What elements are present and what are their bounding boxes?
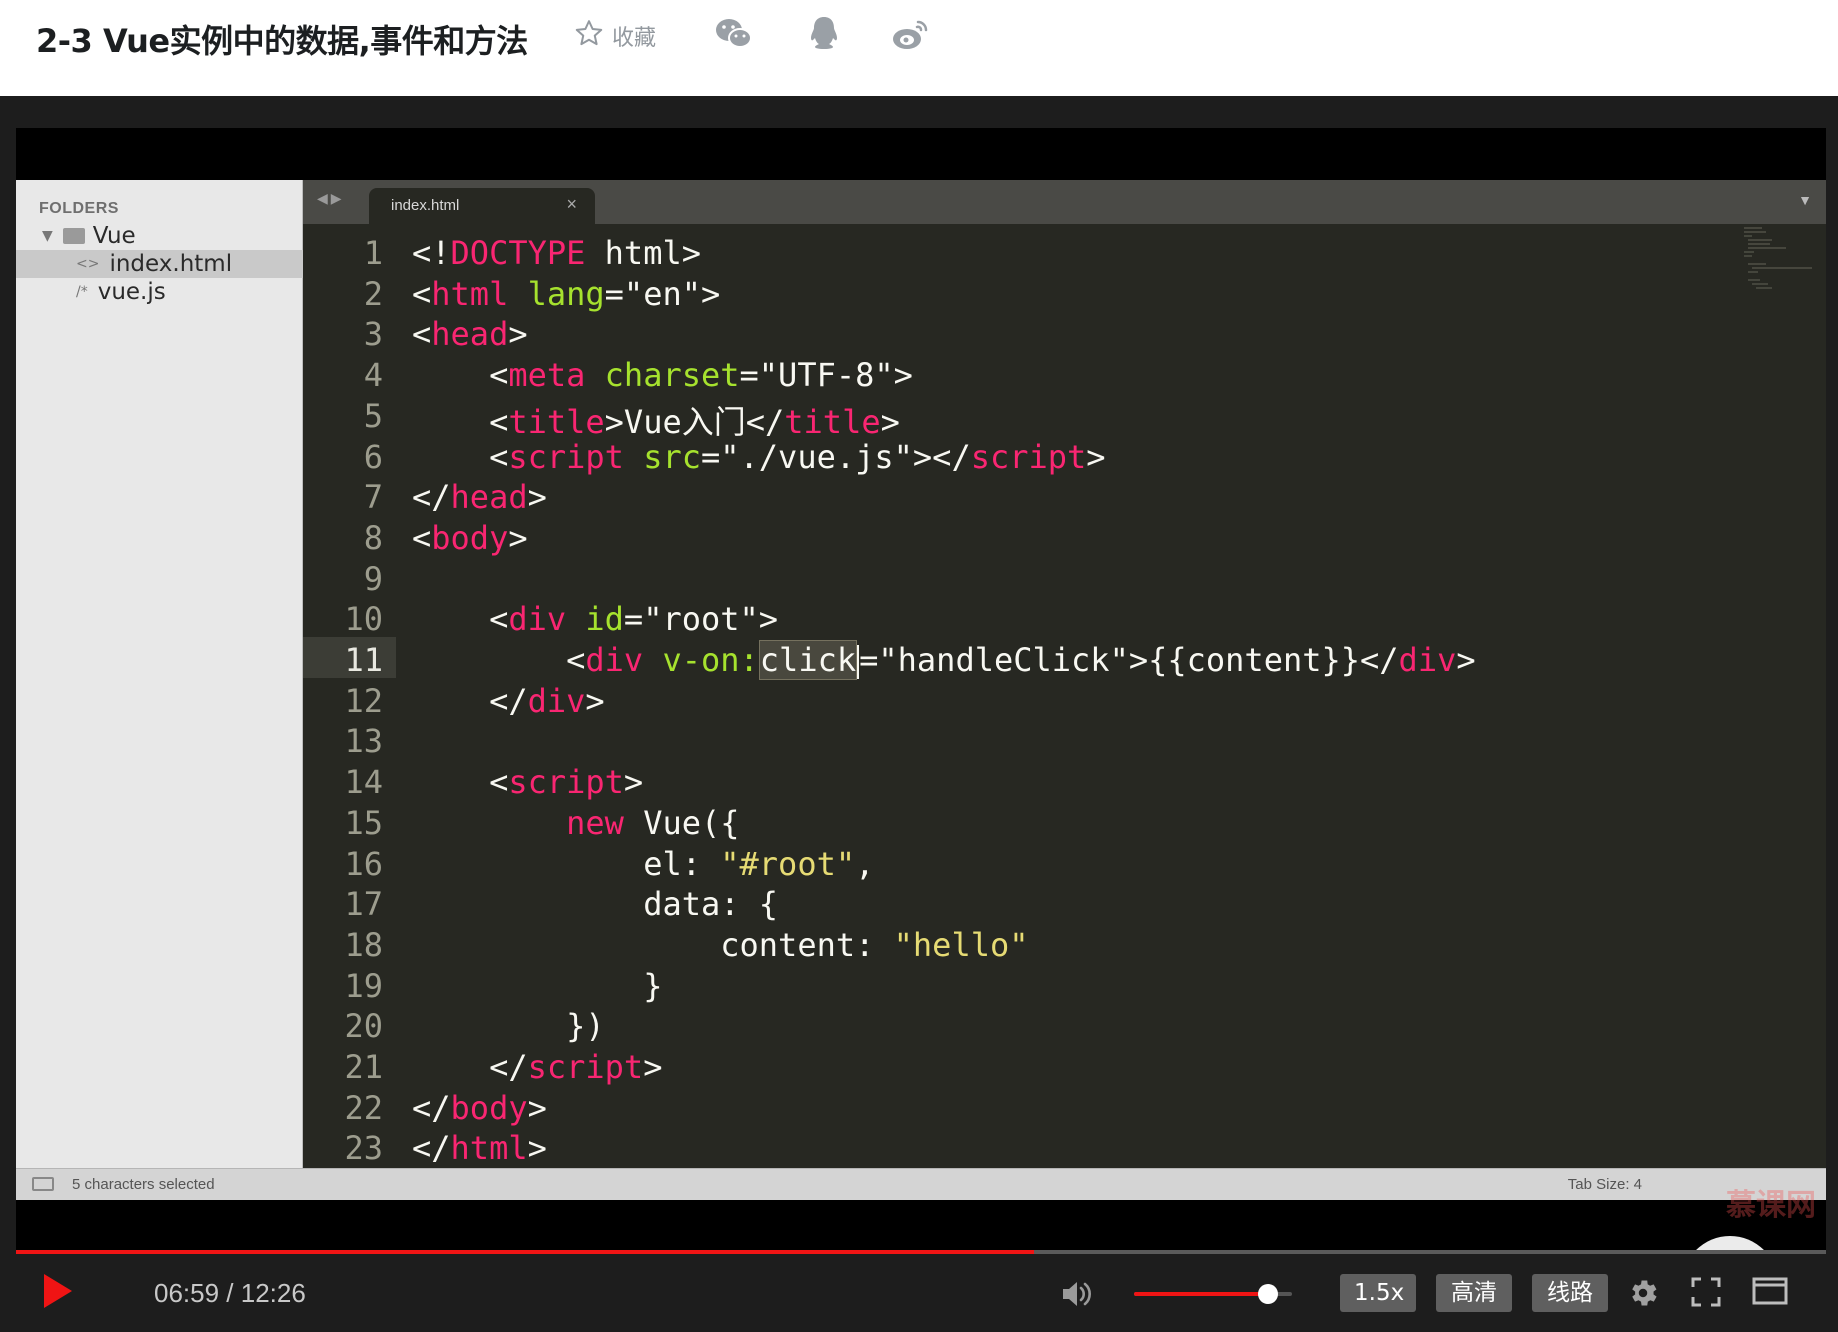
code-line: </html> bbox=[412, 1129, 547, 1168]
weibo-share-button[interactable] bbox=[890, 16, 930, 56]
folder-expand-icon: ▼ bbox=[42, 228, 53, 244]
line-number: 22 bbox=[344, 1088, 383, 1127]
js-file-icon: /* bbox=[76, 284, 88, 300]
volume-slider[interactable] bbox=[1134, 1284, 1292, 1304]
code-editor-screen: FOLDERS ▼ Vue <> index.html /* vue.js ◀▶ bbox=[16, 180, 1826, 1223]
line-number: 10 bbox=[344, 600, 383, 639]
code-line: <meta charset="UTF-8"> bbox=[412, 356, 913, 395]
tab-close-icon: × bbox=[566, 194, 577, 214]
folder-icon bbox=[62, 228, 85, 244]
code-line: }) bbox=[412, 1007, 605, 1046]
code-line: <script> bbox=[412, 763, 644, 802]
volume-knob[interactable] bbox=[1258, 1284, 1279, 1304]
control-bar: 06:59 / 12:26 1.5x 高清 线路 bbox=[0, 1254, 1838, 1332]
line-number: 15 bbox=[344, 803, 383, 842]
wechat-icon bbox=[714, 17, 754, 56]
file-name: vue.js bbox=[97, 279, 166, 305]
folder-name: Vue bbox=[92, 223, 136, 249]
line-number: 3 bbox=[363, 315, 383, 354]
line-number: 1 bbox=[363, 234, 383, 272]
file-name: index.html bbox=[109, 251, 233, 277]
folder-vue: ▼ Vue bbox=[16, 222, 303, 250]
weibo-icon bbox=[890, 16, 930, 57]
star-icon bbox=[574, 18, 604, 54]
folders-heading: FOLDERS bbox=[39, 200, 119, 217]
line-number: 19 bbox=[344, 966, 383, 1005]
minimap bbox=[1744, 227, 1812, 289]
folder-sidebar: FOLDERS ▼ Vue <> index.html /* vue.js bbox=[16, 180, 303, 1168]
wechat-share-button[interactable] bbox=[714, 16, 754, 56]
collect-label: 收藏 bbox=[612, 26, 657, 51]
code-line: } bbox=[412, 966, 663, 1005]
widescreen-icon[interactable] bbox=[1752, 1276, 1788, 1310]
qq-share-button[interactable] bbox=[804, 16, 844, 56]
collect-button[interactable]: 收藏 bbox=[574, 18, 656, 54]
speed-button[interactable]: 1.5x bbox=[1340, 1274, 1416, 1312]
selection-status: 5 characters selected bbox=[72, 1176, 215, 1193]
tab-size-status: Tab Size: 4 bbox=[1567, 1176, 1642, 1193]
settings-gear-icon[interactable] bbox=[1626, 1276, 1660, 1310]
fullscreen-icon[interactable] bbox=[1690, 1276, 1724, 1310]
play-icon[interactable] bbox=[42, 1274, 72, 1308]
line-number: 14 bbox=[344, 763, 383, 802]
line-number: 18 bbox=[344, 925, 383, 964]
tab-label: index.html bbox=[391, 197, 460, 214]
line-number: 12 bbox=[344, 681, 383, 720]
volume-icon[interactable] bbox=[1058, 1276, 1094, 1312]
tab-nav-arrows-icon: ◀▶ bbox=[317, 190, 345, 206]
line-number: 5 bbox=[363, 396, 383, 435]
code-line: <div v-on:click="handleClick">{{content}… bbox=[412, 640, 1476, 680]
code-line: </div> bbox=[412, 681, 605, 720]
code-line: el: "#root", bbox=[412, 844, 875, 883]
line-number: 8 bbox=[363, 518, 383, 557]
code-line: data: { bbox=[412, 885, 779, 924]
line-number: 16 bbox=[344, 844, 383, 883]
line-number: 21 bbox=[344, 1048, 383, 1086]
quality-button[interactable]: 高清 bbox=[1436, 1274, 1512, 1312]
route-button[interactable]: 线路 bbox=[1532, 1274, 1608, 1312]
code-line: </head> bbox=[412, 478, 547, 517]
code-line: </script> bbox=[412, 1048, 663, 1086]
editor-status-bar: 5 characters selected Tab Size: 4 bbox=[16, 1168, 1826, 1200]
html-file-icon: <> bbox=[76, 256, 100, 272]
monitor-icon bbox=[32, 1177, 54, 1191]
line-number: 20 bbox=[344, 1007, 383, 1046]
code-line: new Vue({ bbox=[566, 803, 740, 842]
code-line: <!DOCTYPE html> bbox=[412, 234, 701, 272]
code-line: <body> bbox=[412, 518, 528, 557]
code-line: <html lang="en"> bbox=[412, 274, 721, 313]
page-title: 2-3 Vue实例中的数据,事件和方法 bbox=[36, 22, 528, 60]
line-number: 6 bbox=[363, 437, 383, 476]
code-line: content: "hello" bbox=[412, 925, 1029, 964]
qq-icon bbox=[807, 15, 841, 58]
code-line: <head> bbox=[412, 315, 528, 354]
line-number: 23 bbox=[344, 1129, 383, 1168]
volume-level bbox=[1134, 1292, 1269, 1296]
code-line: <div id="root"> bbox=[412, 600, 779, 639]
course-header: 2-3 Vue实例中的数据,事件和方法 收藏 bbox=[0, 0, 1838, 96]
video-player[interactable]: FOLDERS ▼ Vue <> index.html /* vue.js ◀▶ bbox=[0, 96, 1838, 1332]
line-number: 4 bbox=[363, 356, 383, 395]
line-number: 9 bbox=[363, 559, 383, 598]
code-line: </body> bbox=[412, 1088, 547, 1127]
line-number: 13 bbox=[344, 722, 383, 761]
line-number: 2 bbox=[363, 274, 383, 313]
time-display: 06:59 / 12:26 bbox=[154, 1278, 306, 1308]
code-line: <title>Vue入门</title> bbox=[412, 402, 900, 441]
line-number: 11 bbox=[344, 641, 383, 679]
editor-tab-bar: ◀▶ index.html × ▼ bbox=[303, 180, 1826, 224]
watermark-logo: 慕课网 bbox=[1726, 1188, 1816, 1223]
code-line: <script src="./vue.js"></script> bbox=[412, 437, 1106, 476]
file-item-index-html: <> index.html bbox=[16, 250, 303, 278]
line-number: 17 bbox=[344, 885, 383, 924]
line-number: 7 bbox=[363, 478, 383, 517]
tab-menu-icon: ▼ bbox=[1798, 192, 1812, 208]
tab-index-html: index.html × bbox=[369, 188, 595, 224]
file-item-vue-js: /* vue.js bbox=[16, 278, 303, 306]
video-frame[interactable]: FOLDERS ▼ Vue <> index.html /* vue.js ◀▶ bbox=[16, 128, 1826, 1254]
